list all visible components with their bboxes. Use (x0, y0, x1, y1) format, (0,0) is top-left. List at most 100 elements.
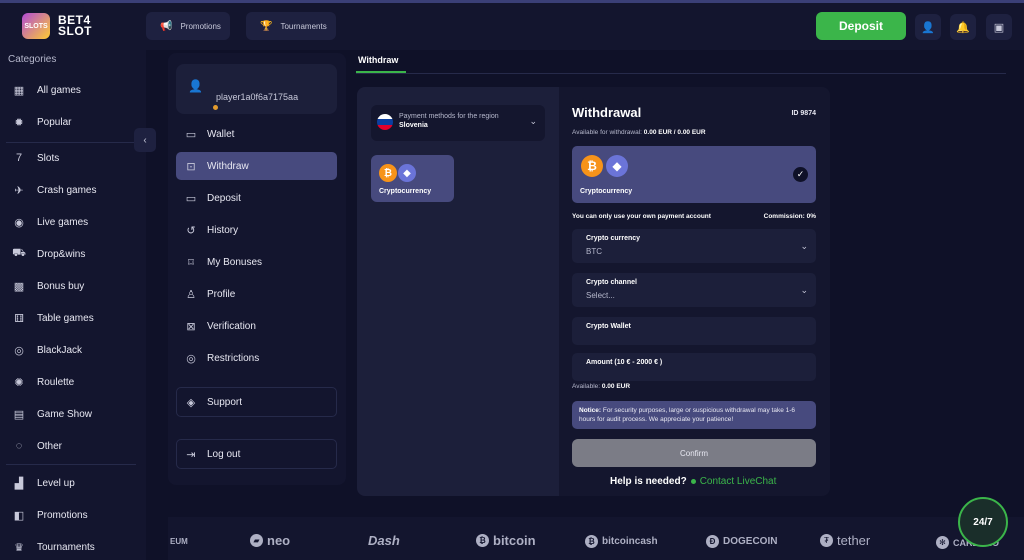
commission: Commission: 0% (763, 213, 816, 220)
selected-method-label: Cryptocurrency (580, 188, 633, 195)
sidebar-item-popular[interactable]: ✹ Popular (12, 112, 71, 132)
logo-bitcoincash: ₿ bitcoincash (585, 535, 658, 548)
tab-divider (356, 73, 1006, 74)
sidebar-item-other[interactable]: ◌ Other (12, 436, 62, 456)
region-name: Slovenia (399, 122, 428, 129)
trophy-icon: 🏆 (260, 20, 273, 32)
sidebar-title: Categories (8, 54, 57, 65)
grid-icon: ▦ (13, 84, 25, 97)
region-selector[interactable]: Payment methods for the region Slovenia … (371, 105, 545, 141)
payment-methods-panel: Payment methods for the region Slovenia … (357, 87, 559, 496)
other-icon: ◌ (15, 440, 23, 452)
menu-item-history[interactable]: ↺ History (176, 216, 337, 244)
tab-withdraw[interactable]: Withdraw (358, 55, 398, 65)
sidebar-item-crash-games[interactable]: ✈ Crash games (12, 180, 96, 200)
categories-sidebar: Categories ▦ All games ✹ Popular 7 Slots ✈ C… (0, 50, 146, 560)
sidebar-item-blackjack[interactable]: ◎ BlackJack (12, 340, 82, 360)
menu-item-withdraw[interactable]: ⊡ Withdraw (176, 152, 337, 180)
form-title: Withdrawal (572, 105, 642, 120)
check-icon: ✓ (793, 167, 808, 182)
level-icon: ▟ (14, 477, 24, 490)
crypto-wallet-input[interactable]: Crypto Wallet (572, 317, 816, 345)
slovenia-flag-icon (377, 114, 393, 130)
withdraw-icon: ⊡ (186, 160, 196, 173)
method-card-cryptocurrency[interactable]: ₿ ◆ Cryptocurrency (371, 155, 454, 202)
crypto-currency-select[interactable]: Crypto currency BTC ⌄ (572, 229, 816, 263)
sidebar-item-all-games[interactable]: ▦ All games (12, 80, 81, 100)
show-icon: ▤ (13, 408, 25, 421)
withdrawal-id: ID 9874 (791, 110, 816, 117)
megaphone-icon: 📢 (160, 20, 173, 32)
method-label: Cryptocurrency (379, 188, 432, 195)
menu-item-profile[interactable]: ♙ Profile (176, 280, 337, 308)
sidebar-item-promotions[interactable]: ◧ Promotions (12, 505, 88, 525)
menu-item-restrictions[interactable]: ◎ Restrictions (176, 344, 337, 372)
ethereum-icon: ◆ (606, 155, 628, 177)
available-amount: Available: 0.00 EUR (572, 383, 631, 390)
sidebar-item-roulette[interactable]: ✺ Roulette (12, 372, 74, 392)
collapse-sidebar-button[interactable]: ‹ (134, 128, 156, 152)
sidebar-item-drop-wins[interactable]: ⛟ Drop&wins (12, 244, 85, 264)
menu-item-deposit[interactable]: ▭ Deposit (176, 184, 337, 212)
account-menu: 👤 player1a0f6a7175aa ▭ Wallet ⊡ Withdraw ▭… (168, 53, 346, 485)
history-icon: ↺ (186, 224, 196, 237)
profile-icon: ♙ (186, 288, 196, 301)
logout-icon: ⇥ (186, 448, 196, 461)
selected-method-card[interactable]: ₿ ◆ Cryptocurrency ✓ (572, 146, 816, 203)
verification-icon: ⊠ (186, 320, 196, 333)
logo-tether: ₮ tether (820, 533, 870, 548)
promo-icon: ◧ (13, 509, 25, 522)
bitcoin-icon: ₿ (476, 534, 489, 547)
sidebar-item-slots[interactable]: 7 Slots (12, 148, 59, 168)
top-bar: SLOTS BET4 SLOT 📢 Promotions 🏆 Tournamen… (0, 0, 1024, 50)
crypto-channel-select[interactable]: Crypto channel Select... ⌄ (572, 273, 816, 307)
neo-icon: ▰ (250, 534, 263, 547)
logo-ethereum-partial: EUM (170, 537, 188, 546)
star-icon: ✹ (14, 116, 24, 129)
support-icon: ◈ (186, 396, 196, 409)
sidebar-item-game-show[interactable]: ▤ Game Show (12, 404, 92, 424)
deposit-button[interactable]: Deposit (816, 12, 906, 40)
tether-icon: ₮ (820, 534, 833, 547)
dice-icon: ⚅ (14, 312, 24, 325)
menu-item-my-bonuses[interactable]: ⌑ My Bonuses (176, 248, 337, 276)
amount-input[interactable]: Amount (10 € - 2000 € ) (572, 353, 816, 381)
plane-icon: ✈ (14, 184, 24, 197)
security-notice: Notice: For security purposes, large or … (572, 401, 816, 429)
dogecoin-icon: Ð (706, 535, 719, 548)
menu-item-log-out[interactable]: ⇥ Log out (176, 440, 337, 468)
own-account-note: You can only use your own payment accoun… (572, 213, 711, 220)
bitcoincash-icon: ₿ (585, 535, 598, 548)
divider (6, 464, 136, 465)
user-icon[interactable]: 👤 (915, 14, 941, 40)
chevron-down-icon: ⌄ (800, 241, 808, 251)
sidebar-item-live-games[interactable]: ◉ Live games (12, 212, 88, 232)
sidebar-item-level-up[interactable]: ▟ Level up (12, 473, 75, 493)
promotions-button[interactable]: 📢 Promotions (146, 12, 230, 40)
livechat-dot-icon (690, 479, 696, 484)
wallet-icon: ▭ (185, 128, 197, 141)
bell-icon[interactable]: 🔔 (950, 14, 976, 40)
avatar-icon: 👤 (188, 79, 203, 93)
drop-icon: ⛟ (12, 247, 26, 259)
logo-neo: ▰ neo (250, 533, 290, 548)
bitcoin-icon: ₿ (581, 155, 603, 177)
menu-item-wallet[interactable]: ▭ Wallet (176, 120, 337, 148)
sidebar-item-table-games[interactable]: ⚅ Table games (12, 308, 93, 328)
logo-bitcoin: ₿ bitcoin (476, 533, 536, 548)
livechat-button[interactable]: 24/7 (958, 497, 1008, 547)
menu-item-support[interactable]: ◈ Support (176, 388, 337, 416)
wallet-icon[interactable]: ▣ (986, 14, 1012, 40)
contact-livechat-link[interactable]: Contact LiveChat (700, 476, 777, 487)
tournaments-button[interactable]: 🏆 Tournaments (246, 12, 336, 40)
status-dot (213, 105, 218, 110)
menu-item-verification[interactable]: ⊠ Verification (176, 312, 337, 340)
sidebar-item-tournaments[interactable]: ♛ Tournaments (12, 537, 95, 557)
chevron-left-icon: ‹ (143, 134, 147, 146)
sidebar-item-bonus-buy[interactable]: ▩ Bonus buy (12, 276, 84, 296)
logo[interactable]: SLOTS BET4 SLOT (22, 13, 92, 39)
username: player1a0f6a7175aa (216, 92, 299, 102)
bitcoin-icon: ₿ (379, 164, 397, 182)
user-profile-card[interactable]: 👤 player1a0f6a7175aa (176, 64, 337, 114)
confirm-button[interactable]: Confirm (572, 439, 816, 467)
